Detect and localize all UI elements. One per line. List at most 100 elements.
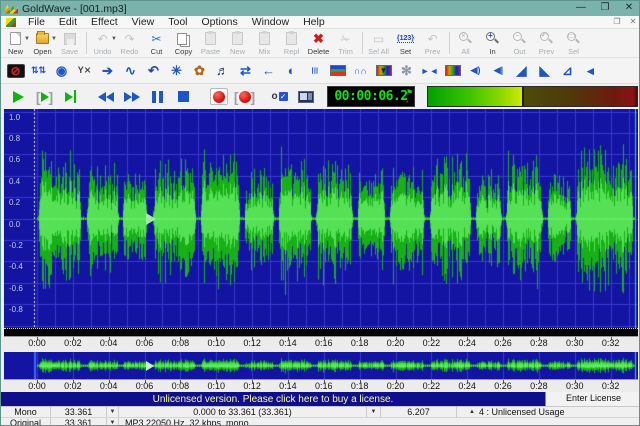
overview-playhead-marker[interactable] (146, 360, 155, 371)
redo-button[interactable]: ↷ Redo (116, 29, 143, 57)
channel-indicator: Mono (1, 407, 51, 417)
paste-button[interactable]: Paste (197, 29, 224, 57)
noise-reduction-icon[interactable]: ✻ (395, 61, 418, 81)
waveform-display[interactable] (4, 109, 638, 328)
main-toolbar: ▼ New ▼ Open Save ↶ ▼ Undo ↷ Redo ✂ Cut Copy Paste New… (1, 29, 639, 58)
mdi-close-icon[interactable]: ✕ (625, 16, 639, 28)
fade-edge-icon[interactable]: ⊿ (556, 61, 579, 81)
sel-button[interactable]: ▭ Sel (560, 29, 587, 57)
time-tick-label: 0:18 (350, 381, 369, 391)
delete-button[interactable]: ✖ Delete (305, 29, 332, 57)
undo-button[interactable]: ↶ ▼ Undo (89, 29, 117, 57)
chevron-up-icon[interactable]: ▲ (465, 409, 479, 415)
save-button[interactable]: Save (56, 29, 83, 57)
sel-all-button[interactable]: ▭ Sel All (365, 29, 392, 57)
time-tick-label: 0:00 (28, 381, 46, 391)
selection-dropdown[interactable]: ▼ (367, 407, 381, 417)
offset-icon[interactable]: ➔ (96, 61, 119, 81)
interpolate-icon[interactable]: ♬ (211, 61, 234, 81)
window-title: GoldWave - [001.mp3] (22, 2, 127, 15)
equalizer-icon[interactable]: ≡ (303, 61, 326, 81)
enter-license-button[interactable]: Enter License (545, 392, 639, 406)
close-icon[interactable]: ✕ (617, 1, 639, 16)
doppler-icon[interactable]: ∿ (119, 61, 142, 81)
out-button[interactable]: − Out (506, 29, 533, 57)
stop-button[interactable] (171, 86, 196, 107)
play-selection-button[interactable]: [] (32, 86, 57, 107)
license-message[interactable]: Unlicensed version. Please click here to… (1, 394, 545, 405)
menu-options[interactable]: Options (195, 16, 245, 29)
cut-button[interactable]: ✂ Cut (143, 29, 170, 57)
status-bar-2: Original 33.361 ▼ MP3 22050 Hz, 32 kbps,… (1, 417, 639, 425)
length-dropdown[interactable]: ▼ (107, 407, 119, 417)
expression-icon[interactable]: Y⨯ (73, 61, 96, 81)
reverse-icon[interactable]: ↶ (142, 61, 165, 81)
fade-out-icon[interactable]: ◣ (533, 61, 556, 81)
time-tick-label: 0:22 (422, 338, 441, 348)
menu-help[interactable]: Help (296, 16, 332, 29)
new-button[interactable]: ▼ New (2, 29, 30, 57)
time-tick-label: 0:02 (64, 338, 82, 348)
time-tick-label: 0:32 (601, 381, 620, 391)
menu-view[interactable]: View (125, 16, 162, 29)
censor-icon[interactable]: ⊘ (4, 61, 27, 81)
flanger-icon[interactable]: ✳ (165, 61, 188, 81)
timewarp-icon[interactable]: ← (257, 61, 280, 81)
mdi-restore-icon[interactable]: ❐ (609, 16, 625, 28)
all-button[interactable]: × All (452, 29, 479, 57)
prev-button[interactable]: ↶ Prev (419, 29, 446, 57)
mixer-icon[interactable]: ▼ (372, 61, 395, 81)
time-tick-label: 0:08 (171, 381, 190, 391)
play-button[interactable] (6, 86, 31, 107)
pitch-icon[interactable]: ◉ (50, 61, 73, 81)
record-flag-icon: ▪ (405, 97, 409, 106)
position-value: 6.207 (381, 407, 457, 417)
menu-effect[interactable]: Effect (84, 16, 125, 29)
fast-forward-button[interactable] (119, 86, 144, 107)
sel-prev-icon: ↶ (427, 31, 438, 46)
rewind-button[interactable] (93, 86, 118, 107)
record-options-button[interactable]: o ✓ (267, 86, 292, 107)
clipped-edge-icon[interactable]: ◂ (579, 61, 602, 81)
prev-button[interactable]: ↶ Prev (533, 29, 560, 57)
exchange-icon[interactable]: ⇄ (234, 61, 257, 81)
set-button[interactable]: {123} Set (392, 29, 419, 57)
menu-tool[interactable]: Tool (161, 16, 194, 29)
copy-button[interactable]: Copy (170, 29, 197, 57)
crossfade-icon[interactable]: ►◄ (418, 61, 441, 81)
repl-button[interactable]: Repl (278, 29, 305, 57)
shape-volume-icon[interactable]: ⇅⇅ (27, 61, 50, 81)
record-selection-button[interactable]: [] (232, 86, 257, 107)
open-button[interactable]: ▼ Open (29, 29, 57, 57)
trim-button[interactable]: ✁ Trim (332, 29, 359, 57)
menu-window[interactable]: Window (245, 16, 296, 29)
mechanize-icon[interactable]: ✿ (188, 61, 211, 81)
fade-in-icon[interactable]: ◢ (510, 61, 533, 81)
record-button[interactable] (206, 86, 231, 107)
reverb-icon[interactable]: ∩∩ (349, 61, 372, 81)
time-tick-label: 0:14 (279, 338, 297, 348)
amplitude-tick-label: 0.6 (9, 155, 21, 165)
speaker-icon[interactable]: ◀) (464, 61, 487, 81)
track-length-dropdown[interactable]: ▼ (107, 418, 119, 425)
mix-button[interactable]: Mix (251, 29, 278, 57)
playhead-marker[interactable] (146, 212, 157, 225)
title-bar[interactable]: GoldWave - [001.mp3] — ❐ ✕ (1, 1, 639, 16)
maximize-icon[interactable]: ❐ (593, 1, 617, 16)
overview-waveform[interactable] (4, 352, 638, 379)
document-icon[interactable] (6, 17, 16, 27)
monitor-button[interactable] (293, 86, 318, 107)
in-button[interactable]: + In (479, 29, 506, 57)
pause-button[interactable] (145, 86, 170, 107)
menu-edit[interactable]: Edit (52, 16, 84, 29)
menu-file[interactable]: File (21, 16, 52, 29)
usage-info: ▲ 4 : Unlicensed Usage (457, 407, 639, 417)
play-to-end-button[interactable] (58, 86, 83, 107)
minimize-icon[interactable]: — (569, 1, 593, 16)
spectrum-filter-icon[interactable] (326, 61, 349, 81)
dynamics-icon[interactable]: ◐ (280, 61, 303, 81)
spectrogram-icon[interactable] (441, 61, 464, 81)
volume-fader-icon[interactable]: ◀| (487, 61, 510, 81)
license-bar[interactable]: Unlicensed version. Please click here to… (1, 392, 639, 406)
new-button[interactable]: New (224, 29, 251, 57)
